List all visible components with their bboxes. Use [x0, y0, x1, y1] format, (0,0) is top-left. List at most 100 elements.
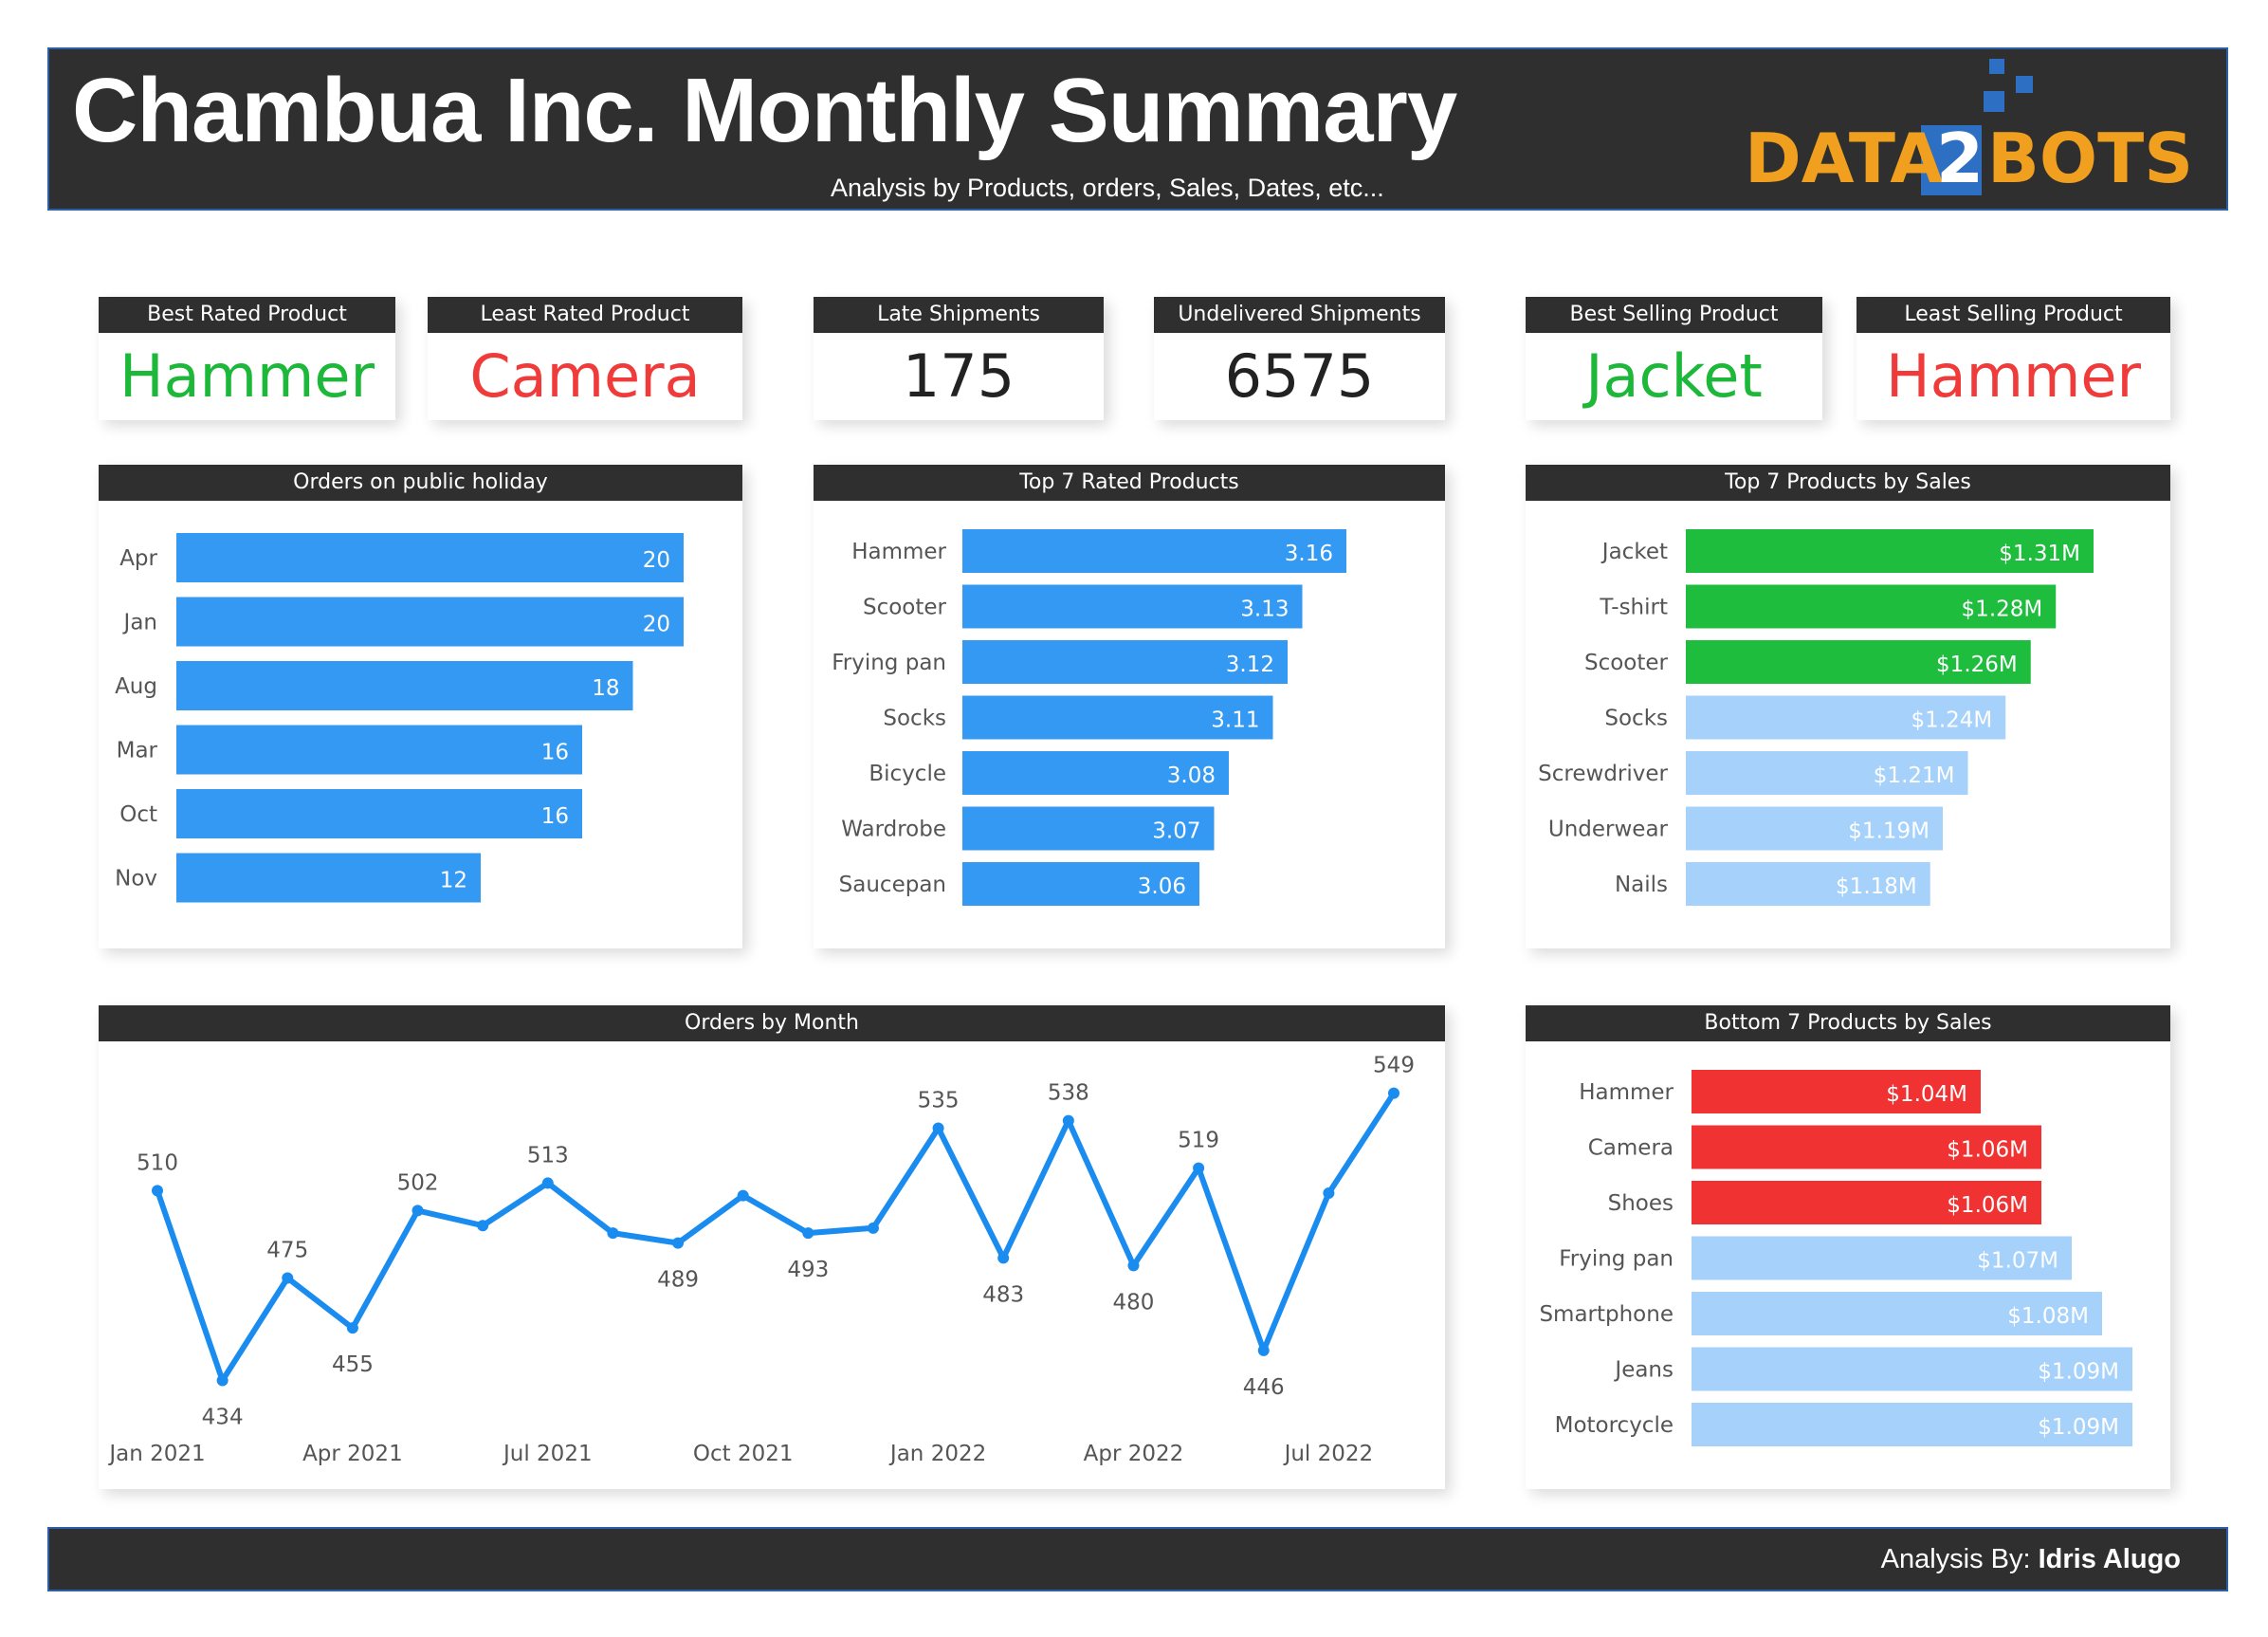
data2bots-logo: DATA 2 BOTS — [1745, 59, 2193, 198]
data-label: 20 — [643, 548, 670, 573]
orders-by-month-card: Orders by Month 510 434 475 455 502 513 489 493… — [99, 1005, 1445, 1489]
category-label: T-shirt — [1599, 596, 1668, 620]
kpi-label: Least Rated Product — [428, 297, 742, 333]
data-point — [737, 1189, 749, 1202]
point-label: 549 — [1373, 1054, 1415, 1078]
point-label: 513 — [527, 1143, 569, 1168]
data-label: $1.19M — [1848, 819, 1930, 844]
kpi-label: Best Selling Product — [1526, 297, 1822, 333]
kpi-label: Late Shipments — [814, 297, 1104, 333]
bar — [176, 661, 633, 710]
orders-by-month-chart: 510 434 475 455 502 513 489 493 535 483 538 480 519 4… — [107, 1054, 1415, 1466]
x-tick-label: Jan 2022 — [888, 1442, 986, 1466]
kpi-undelivered-shipments: Undelivered Shipments 6575 — [1154, 297, 1445, 420]
orders-holiday-card: Orders on public holiday Apr 20 Jan 20 Aug 18… — [99, 465, 742, 948]
footer-author: Idris Alugo — [2038, 1544, 2181, 1574]
x-tick-label: Apr 2021 — [302, 1442, 403, 1466]
data-label: 3.06 — [1138, 874, 1186, 899]
x-tick-label: Jul 2021 — [502, 1442, 593, 1466]
category-label: Scooter — [1584, 651, 1669, 675]
data-label: $1.04M — [1886, 1082, 1967, 1107]
point-label: 538 — [1048, 1081, 1089, 1106]
point-label: 535 — [918, 1089, 960, 1113]
chart-title: Top 7 Products by Sales — [1526, 465, 2170, 501]
category-label: Nov — [115, 867, 157, 892]
data-label: 16 — [541, 804, 569, 829]
x-tick-label: Oct 2021 — [693, 1442, 794, 1466]
point-label: 475 — [266, 1239, 308, 1263]
kpi-value: 175 — [902, 341, 1015, 411]
category-label: Socks — [1604, 707, 1668, 731]
data-point — [932, 1122, 944, 1134]
kpi-best-selling: Best Selling Product Jacket — [1526, 297, 1822, 420]
kpi-value: 6575 — [1224, 341, 1375, 411]
x-tick-label: Apr 2022 — [1084, 1442, 1184, 1466]
data-point — [802, 1227, 814, 1240]
category-label: Apr — [119, 546, 157, 571]
data-point — [1323, 1186, 1335, 1199]
logo-square-low — [1984, 91, 2004, 112]
kpi-label: Best Rated Product — [99, 297, 395, 333]
kpi-value: Camera — [469, 341, 701, 411]
top-sales-card: Top 7 Products by Sales Jacket $1.31M T-sh… — [1526, 465, 2170, 948]
point-label: 483 — [982, 1282, 1024, 1307]
data-label: $1.09M — [2038, 1360, 2119, 1385]
category-label: Motorcycle — [1555, 1413, 1674, 1438]
data-label: 18 — [592, 676, 619, 701]
data-label: $1.08M — [2007, 1304, 2089, 1329]
category-label: Smartphone — [1539, 1302, 1674, 1327]
data-label: $1.07M — [1977, 1249, 2058, 1274]
data-label: 3.16 — [1285, 542, 1333, 566]
data-point — [1193, 1162, 1205, 1174]
data-point — [607, 1227, 619, 1240]
logo-square-mid — [2016, 76, 2033, 93]
data-label: 3.11 — [1211, 708, 1259, 733]
point-label: 510 — [137, 1150, 178, 1175]
kpi-label: Undelivered Shipments — [1154, 297, 1445, 333]
category-label: Frying pan — [1559, 1247, 1674, 1272]
category-label: Underwear — [1548, 818, 1669, 842]
data-point — [1388, 1087, 1399, 1099]
chart-title: Bottom 7 Products by Sales — [1526, 1005, 2170, 1041]
category-label: Camera — [1588, 1136, 1674, 1161]
category-label: Wardrobe — [841, 818, 946, 842]
page-title: Chambua Inc. Monthly Summary — [72, 60, 1457, 161]
point-label: 489 — [657, 1268, 699, 1293]
category-label: Shoes — [1608, 1191, 1674, 1216]
data-point — [412, 1205, 424, 1217]
kpi-value: Jacket — [1585, 341, 1763, 411]
category-label: Frying pan — [832, 651, 946, 675]
data-label: 12 — [440, 869, 467, 893]
data-label: 20 — [643, 613, 670, 637]
category-label: Oct — [119, 802, 157, 827]
point-label: 493 — [787, 1258, 829, 1282]
data-point — [541, 1177, 554, 1189]
chart-title: Top 7 Rated Products — [814, 465, 1445, 501]
footer-prefix: Analysis By: — [1880, 1544, 2039, 1574]
kpi-value: Hammer — [1885, 341, 2142, 411]
category-label: Socks — [883, 707, 946, 731]
data-point — [1127, 1260, 1140, 1272]
point-label: 446 — [1243, 1375, 1285, 1400]
point-label: 480 — [1113, 1290, 1155, 1315]
data-point — [282, 1272, 294, 1284]
category-label: Bicycle — [869, 762, 946, 786]
category-label: Screwdriver — [1538, 762, 1668, 786]
data-label: 3.07 — [1152, 819, 1200, 844]
data-label: $1.26M — [1936, 653, 2018, 677]
kpi-best-rated: Best Rated Product Hammer — [99, 297, 395, 420]
top-sales-chart: Jacket $1.31M T-shirt $1.28M Scooter $1.26M So… — [1538, 529, 2094, 906]
kpi-least-rated: Least Rated Product Camera — [428, 297, 742, 420]
logo-text-mid: 2 — [1936, 119, 1984, 198]
category-label: Hammer — [851, 540, 946, 564]
category-label: Mar — [117, 739, 158, 763]
category-label: Scooter — [863, 596, 947, 620]
data-label: $1.18M — [1836, 874, 1917, 899]
data-label: $1.31M — [1999, 542, 2080, 566]
category-label: Jacket — [1600, 540, 1668, 564]
category-label: Jan — [122, 611, 157, 635]
point-label: 519 — [1178, 1129, 1219, 1153]
bottom-sales-card: Bottom 7 Products by Sales Hammer $1.04M C… — [1526, 1005, 2170, 1489]
page-subtitle: Analysis by Products, orders, Sales, Dat… — [831, 174, 1384, 202]
kpi-least-selling: Least Selling Product Hammer — [1856, 297, 2170, 420]
